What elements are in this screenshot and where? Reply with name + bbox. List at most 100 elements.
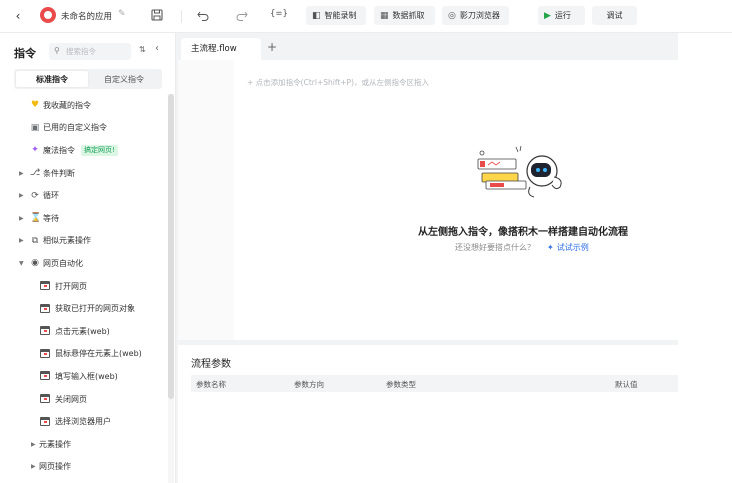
sparkle-icon: ✦: [31, 145, 39, 156]
webpage-icon: [40, 394, 50, 404]
column-header-name: 参数名称: [196, 380, 226, 389]
tree-item-webpage-ops[interactable]: ▶ 网页操作: [0, 456, 168, 479]
hourglass-icon: ⌛: [30, 213, 42, 224]
tree-item-element-ops[interactable]: ▶ 元素操作: [0, 433, 168, 456]
tree-item-open-webpage[interactable]: 打开网页: [0, 275, 168, 298]
app-name[interactable]: 未命名的应用: [61, 10, 112, 22]
tree-item-label: 网页自动化: [43, 258, 83, 268]
tree-item-favorites[interactable]: ♥ 我收藏的指令: [0, 94, 168, 117]
empty-state-subtitle: 还没想好要搭点什么？: [455, 243, 535, 252]
tree-item-label: 填写输入框(web): [55, 371, 118, 381]
loop-icon: ⟳: [31, 190, 39, 201]
copy-icon: ⧉: [31, 235, 39, 246]
magic-tag-badge: 搞定网页!: [81, 144, 118, 156]
tab-main-flow[interactable]: 主流程.flow: [181, 38, 261, 60]
tree-item-similar-elements[interactable]: ▶ ⧉ 相似元素操作: [0, 230, 168, 253]
browser-label: 影刀浏览器: [459, 11, 500, 20]
expand-arrow-icon[interactable]: ▶: [19, 170, 24, 177]
tree-item-click-element[interactable]: 点击元素(web): [0, 320, 168, 343]
run-button[interactable]: ▶ 运行: [538, 6, 585, 25]
tree-item-get-opened-webpage[interactable]: 获取已打开的网页对象: [0, 297, 168, 320]
tree-item-fill-input[interactable]: 填写输入框(web): [0, 365, 168, 388]
sparkle-icon: ✦: [547, 243, 554, 252]
expand-arrow-icon[interactable]: ▶: [31, 441, 36, 448]
tab-custom-commands[interactable]: 自定义指令: [88, 71, 160, 87]
browser-button[interactable]: ◎ 影刀浏览器: [442, 6, 509, 25]
tree-item-wait[interactable]: ▶ ⌛ 等待: [0, 207, 168, 230]
collapse-arrow-icon[interactable]: ▼: [19, 260, 24, 267]
tree-item-label: 我收藏的指令: [43, 100, 91, 110]
try-example-label: 试试示例: [556, 243, 589, 252]
collapse-panel-icon[interactable]: ‹: [155, 43, 159, 54]
command-tree: ♥ 我收藏的指令 ▣ 已用的自定义指令 ✦ 魔法指令 搞定网页! ▶ ⎇ 条件判…: [0, 94, 168, 478]
tree-item-label: 获取已打开的网页对象: [55, 304, 135, 314]
command-panel: 指令 ⚲ ⇅ ‹ 标准指令 自定义指令 ♥ 我收藏的指令 ▣ 已用的自定义指令 …: [0, 33, 176, 483]
flow-params-title: 流程参数: [191, 359, 231, 370]
search-input[interactable]: [66, 45, 128, 58]
data-scrape-button[interactable]: ▦ 数据抓取: [374, 6, 435, 25]
add-command-hint[interactable]: + 点击添加指令(Ctrl+Shift+P)，或从左侧指令区拖入: [247, 77, 429, 88]
webpage-icon: [40, 326, 50, 336]
column-header-type: 参数类型: [386, 380, 416, 389]
webpage-icon: [40, 416, 50, 427]
globe-icon: ◉: [31, 258, 39, 269]
tree-item-label: 选择浏览器用户: [55, 417, 111, 427]
play-icon: ▶: [544, 10, 551, 21]
smart-record-button[interactable]: ◧ 智能录制: [306, 6, 366, 25]
expand-arrow-icon[interactable]: ▶: [31, 463, 36, 470]
tree-item-label: 魔法指令: [43, 145, 75, 155]
line-gutter: [178, 60, 234, 340]
redo-icon[interactable]: [235, 8, 249, 22]
debug-button[interactable]: 调试: [592, 6, 637, 25]
empty-state-title: 从左侧拖入指令，像搭积木一样搭建自动化流程: [418, 227, 628, 238]
tree-item-condition[interactable]: ▶ ⎇ 条件判断: [0, 162, 168, 185]
tree-item-web-automation[interactable]: ▼ ◉ 网页自动化: [0, 252, 168, 275]
try-example-link[interactable]: ✦ 试试示例: [547, 242, 589, 253]
robot-illustration: [477, 145, 562, 198]
expand-arrow-icon[interactable]: ▶: [19, 237, 24, 244]
params-table-header: 参数名称 参数方向 参数类型 默认值: [191, 375, 678, 392]
panel-scrollbar-thumb[interactable]: [168, 94, 174, 399]
command-tabs: 标准指令 自定义指令: [14, 69, 162, 89]
bag-icon: ▣: [30, 122, 40, 133]
tab-standard-commands[interactable]: 标准指令: [16, 71, 88, 87]
sort-icon[interactable]: ⇅: [139, 45, 146, 54]
webpage-icon: [40, 281, 50, 291]
tree-item-label: 已用的自定义指令: [43, 123, 107, 133]
tree-item-label: 元素操作: [39, 439, 71, 449]
debug-label: 调试: [606, 11, 623, 20]
heart-icon: ♥: [30, 100, 40, 111]
flow-params-panel: [178, 345, 678, 483]
undo-icon[interactable]: [196, 8, 210, 22]
tree-item-label: 相似元素操作: [43, 236, 91, 246]
table-icon: ▦: [380, 10, 389, 21]
webpage-icon: [40, 348, 50, 359]
expand-arrow-icon[interactable]: ▶: [19, 215, 24, 222]
tree-item-magic[interactable]: ✦ 魔法指令 搞定网页!: [0, 139, 168, 162]
flow-canvas[interactable]: [178, 60, 678, 340]
column-header-default: 默认值: [615, 380, 638, 389]
tree-item-label: 打开网页: [55, 281, 87, 291]
edit-icon[interactable]: ✎: [118, 9, 126, 19]
tree-item-label: 网页操作: [39, 462, 71, 472]
save-icon[interactable]: [150, 8, 164, 22]
back-arrow-icon[interactable]: ‹: [10, 8, 26, 24]
tree-item-select-browser-user[interactable]: 选择浏览器用户: [0, 410, 168, 433]
webpage-icon: [40, 371, 50, 381]
command-search[interactable]: ⚲: [49, 43, 131, 60]
expand-arrow-icon[interactable]: ▶: [19, 192, 24, 199]
tree-item-used-custom[interactable]: ▣ 已用的自定义指令: [0, 117, 168, 140]
top-toolbar: ‹ 未命名的应用 ✎ {=} ◧ 智能录制 ▦ 数据抓取 ◎ 影刀浏览器 ▶ 运…: [0, 0, 732, 33]
tree-item-label: 循环: [43, 191, 59, 201]
browser-icon: ◎: [448, 10, 456, 21]
search-icon: ⚲: [54, 46, 60, 55]
add-tab-button[interactable]: +: [267, 40, 277, 54]
branch-icon: ⎇: [30, 168, 41, 179]
tree-item-close-webpage[interactable]: 关闭网页: [0, 388, 168, 411]
tree-item-label: 点击元素(web): [55, 326, 110, 336]
tree-item-hover-element[interactable]: 鼠标悬停在元素上(web): [0, 343, 168, 366]
tree-item-label: 关闭网页: [55, 394, 87, 404]
data-scrape-label: 数据抓取: [392, 11, 425, 20]
tree-item-loop[interactable]: ▶ ⟳ 循环: [0, 184, 168, 207]
variables-icon[interactable]: {=}: [270, 9, 288, 19]
